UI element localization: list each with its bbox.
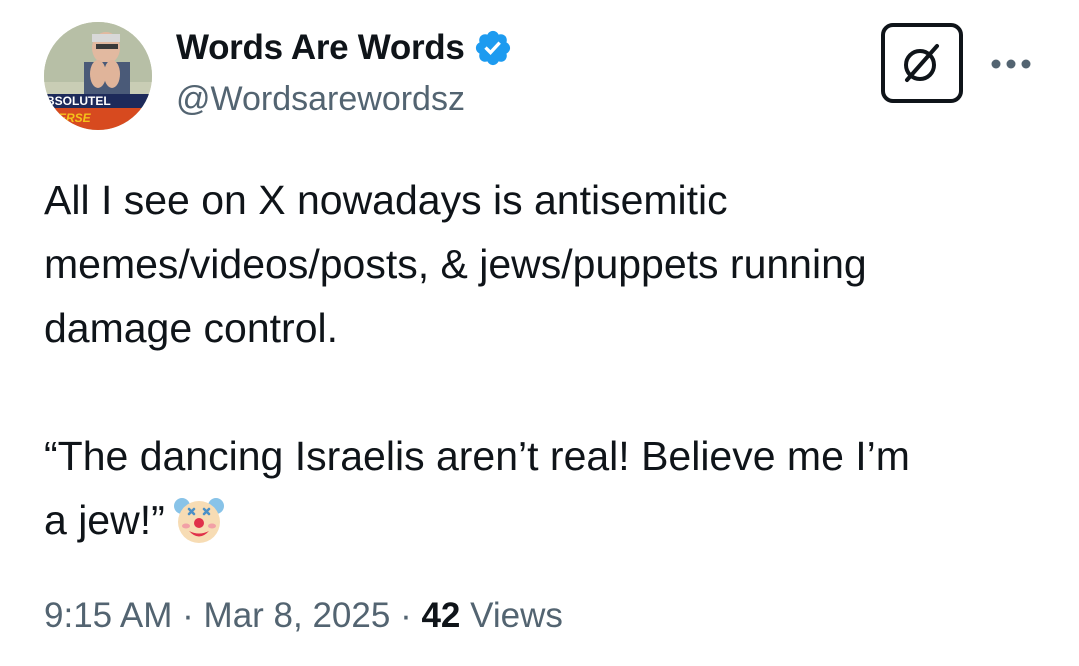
author-name-row: Words Are Words xyxy=(176,24,513,72)
tweet-paragraph-2: “The dancing Israelis aren’t real! Belie… xyxy=(44,424,1044,552)
avatar-caption-top: BSOLUTEL xyxy=(46,94,111,108)
verified-badge-icon[interactable] xyxy=(473,28,513,68)
more-options-button[interactable] xyxy=(986,44,1036,84)
tweet-card: BSOLUTEL VERSE Words Are Words @Wordsare… xyxy=(0,0,1079,666)
tweet-paragraph-1: All I see on X nowadays is antisemitic m… xyxy=(44,177,867,351)
grok-button[interactable] xyxy=(881,23,963,103)
tweet-time[interactable]: 9:15 AM xyxy=(44,596,172,635)
grok-icon xyxy=(904,44,939,82)
avatar[interactable]: BSOLUTEL VERSE xyxy=(44,22,152,130)
avatar-caption-bottom: VERSE xyxy=(50,111,92,125)
author-handle[interactable]: @Wordsarewordsz xyxy=(176,80,465,119)
tweet-text: All I see on X nowadays is antisemitic m… xyxy=(44,168,1044,552)
avatar-image: BSOLUTEL VERSE xyxy=(44,22,152,130)
clown-face-icon xyxy=(171,492,227,548)
more-icon xyxy=(991,59,1031,69)
display-name[interactable]: Words Are Words xyxy=(176,28,465,68)
views-label: Views xyxy=(470,596,563,635)
meta-separator-2: · xyxy=(400,596,412,635)
tweet-date[interactable]: Mar 8, 2025 xyxy=(204,596,391,635)
views-count[interactable]: 42 xyxy=(421,596,460,635)
meta-separator: · xyxy=(182,596,194,635)
tweet-meta: 9:15 AM · Mar 8, 2025 · 42 Views xyxy=(44,596,563,636)
